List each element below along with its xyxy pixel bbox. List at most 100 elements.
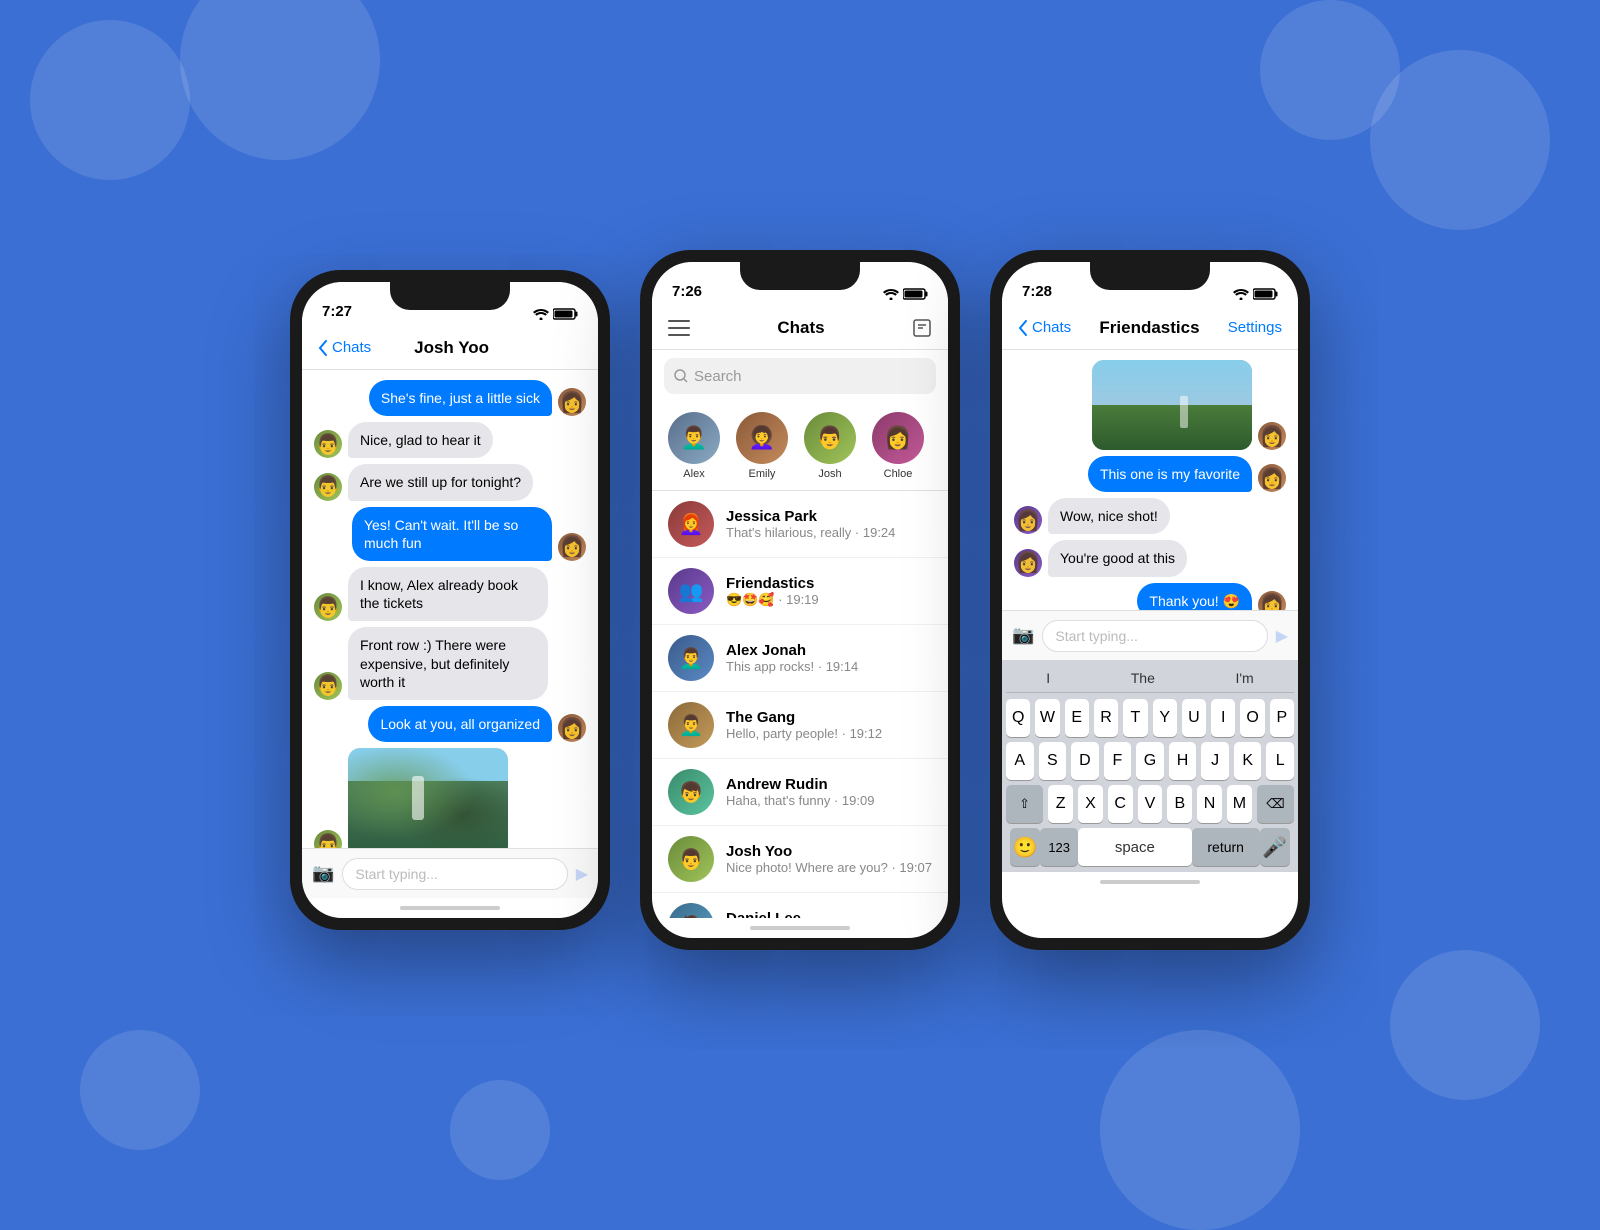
phone-3-time: 7:28 (1022, 283, 1052, 300)
contact-chloe-name: Chloe (884, 468, 913, 480)
key-o[interactable]: O (1240, 699, 1264, 737)
key-delete[interactable]: ⌫ (1257, 785, 1294, 823)
bg-circle-2 (180, 0, 380, 160)
settings-action[interactable]: Settings (1228, 319, 1282, 336)
phone-3-input-area: 📷 Start typing... ▶ (1002, 610, 1298, 660)
search-bar[interactable]: Search (664, 358, 936, 394)
phone-1-input[interactable]: Start typing... (342, 858, 567, 890)
g-msg-1: 👩 (1014, 360, 1286, 450)
phone-3-input[interactable]: Start typing... (1042, 620, 1267, 652)
g-msg-4-avatar: 👩 (1014, 549, 1042, 577)
keyboard-row-2: A S D F G H J K L (1006, 742, 1294, 780)
chat-daniel[interactable]: 🧔 Daniel Lee Great to see you last night… (652, 893, 948, 918)
key-n[interactable]: N (1197, 785, 1222, 823)
contact-emily[interactable]: 👩‍🦱 Emily (736, 412, 788, 480)
key-a[interactable]: A (1006, 742, 1034, 780)
key-j[interactable]: J (1201, 742, 1229, 780)
g-msg-3: 👩 Wow, nice shot! (1014, 498, 1286, 534)
msg-1-avatar: 👩 (558, 388, 586, 416)
key-x[interactable]: X (1078, 785, 1103, 823)
suggestion-im[interactable]: I'm (1235, 670, 1253, 686)
key-m[interactable]: M (1227, 785, 1252, 823)
key-c[interactable]: C (1108, 785, 1133, 823)
phone-1-chat-content[interactable]: She's fine, just a little sick 👩 👨 Nice,… (302, 370, 598, 848)
key-r[interactable]: R (1094, 699, 1118, 737)
msg-2-avatar: 👨 (314, 430, 342, 458)
phone-3-status-icons (1233, 288, 1278, 300)
contact-josh[interactable]: 👨 Josh (804, 412, 856, 480)
key-d[interactable]: D (1071, 742, 1099, 780)
hamburger-icon[interactable] (668, 320, 690, 336)
phone-2-status-icons (883, 288, 928, 300)
g-msg-2-avatar: 👩 (1258, 464, 1286, 492)
key-v[interactable]: V (1138, 785, 1163, 823)
keyboard-suggestions-row: I The I'm (1006, 666, 1294, 693)
contact-chloe[interactable]: 👩 Chloe (872, 412, 924, 480)
msg-6-bubble: Front row :) There were expensive, but d… (348, 627, 548, 700)
send-icon-1[interactable]: ▶ (576, 864, 588, 884)
key-z[interactable]: Z (1048, 785, 1073, 823)
send-icon-3[interactable]: ▶ (1276, 626, 1288, 646)
battery-icon-2 (903, 288, 928, 300)
key-123[interactable]: 123 (1040, 828, 1078, 866)
phone-3-screen: 7:28 Chat (1002, 262, 1298, 938)
g-msg-5-bubble: Thank you! 😍 (1137, 583, 1252, 610)
chat-alex[interactable]: 👨‍🦱 Alex Jonah This app rocks! · 19:14 (652, 625, 948, 692)
g-msg-1-avatar: 👩 (1258, 422, 1286, 450)
key-y[interactable]: Y (1153, 699, 1177, 737)
contact-alex[interactable]: 👨‍🦱 Alex (668, 412, 720, 480)
key-f[interactable]: F (1104, 742, 1132, 780)
chat-jessica-name: Jessica Park (726, 508, 932, 525)
keyboard-row-1: Q W E R T Y U I O P (1006, 699, 1294, 737)
msg-1-bubble: She's fine, just a little sick (369, 380, 552, 416)
key-t[interactable]: T (1123, 699, 1147, 737)
search-placeholder: Search (694, 368, 742, 385)
chat-josh-name: Josh Yoo (726, 843, 932, 860)
key-i[interactable]: I (1211, 699, 1235, 737)
msg-5-avatar: 👨 (314, 593, 342, 621)
msg-4-avatar: 👩 (558, 533, 586, 561)
camera-icon-1[interactable]: 📷 (312, 863, 334, 884)
msg-6: 👨 Front row :) There were expensive, but… (314, 627, 586, 700)
chat-daniel-name: Daniel Lee (726, 910, 932, 918)
compose-icon[interactable] (912, 318, 932, 338)
key-u[interactable]: U (1182, 699, 1206, 737)
suggestion-I[interactable]: I (1046, 670, 1050, 686)
mic-key[interactable]: 🎤 (1260, 828, 1290, 866)
back-to-chats-3[interactable]: Chats (1018, 319, 1071, 336)
key-s[interactable]: S (1039, 742, 1067, 780)
phone-2-home (652, 918, 948, 938)
chat-friendastics[interactable]: 👥 Friendastics 😎🤩🥰 · 19:19 (652, 558, 948, 625)
chat-alex-name: Alex Jonah (726, 642, 932, 659)
bg-circle-6 (1100, 1030, 1300, 1230)
chat-jessica[interactable]: 👩‍🦰 Jessica Park That's hilarious, reall… (652, 491, 948, 558)
keyboard: I The I'm Q W E R T Y U I O P (1002, 660, 1298, 872)
phone-3-home (1002, 872, 1298, 892)
key-l[interactable]: L (1266, 742, 1294, 780)
chat-josh[interactable]: 👨 Josh Yoo Nice photo! Where are you? · … (652, 826, 948, 893)
phone-3-chat-content[interactable]: 👩 This one is my favorite 👩 👩 Wow, nice … (1002, 350, 1298, 610)
key-b[interactable]: B (1167, 785, 1192, 823)
keyboard-row-3: ⇧ Z X C V B N M ⌫ (1006, 785, 1294, 823)
back-to-chats-1[interactable]: Chats (318, 339, 371, 356)
key-shift[interactable]: ⇧ (1006, 785, 1043, 823)
key-k[interactable]: K (1234, 742, 1262, 780)
suggestion-the[interactable]: The (1131, 670, 1155, 686)
chat-andrew[interactable]: 👦 Andrew Rudin Haha, that's funny · 19:0… (652, 759, 948, 826)
key-h[interactable]: H (1169, 742, 1197, 780)
key-e[interactable]: E (1065, 699, 1089, 737)
chat-list[interactable]: 👩‍🦰 Jessica Park That's hilarious, reall… (652, 491, 948, 918)
chat-gang[interactable]: 👨‍🦱 The Gang Hello, party people! · 19:1… (652, 692, 948, 759)
key-space[interactable]: space (1078, 828, 1192, 866)
keyboard-row-4: 🙂 123 space return 🎤 (1006, 828, 1294, 866)
camera-icon-3[interactable]: 📷 (1012, 625, 1034, 646)
key-p[interactable]: P (1270, 699, 1294, 737)
emoji-key[interactable]: 🙂 (1010, 828, 1040, 866)
key-q[interactable]: Q (1006, 699, 1030, 737)
key-w[interactable]: W (1035, 699, 1059, 737)
key-g[interactable]: G (1136, 742, 1164, 780)
battery-icon (553, 308, 578, 320)
key-return[interactable]: return (1192, 828, 1260, 866)
msg-4: Yes! Can't wait. It'll be so much fun 👩 (314, 507, 586, 561)
phone-3-nav-bar: Chats Friendastics Settings (1002, 306, 1298, 350)
